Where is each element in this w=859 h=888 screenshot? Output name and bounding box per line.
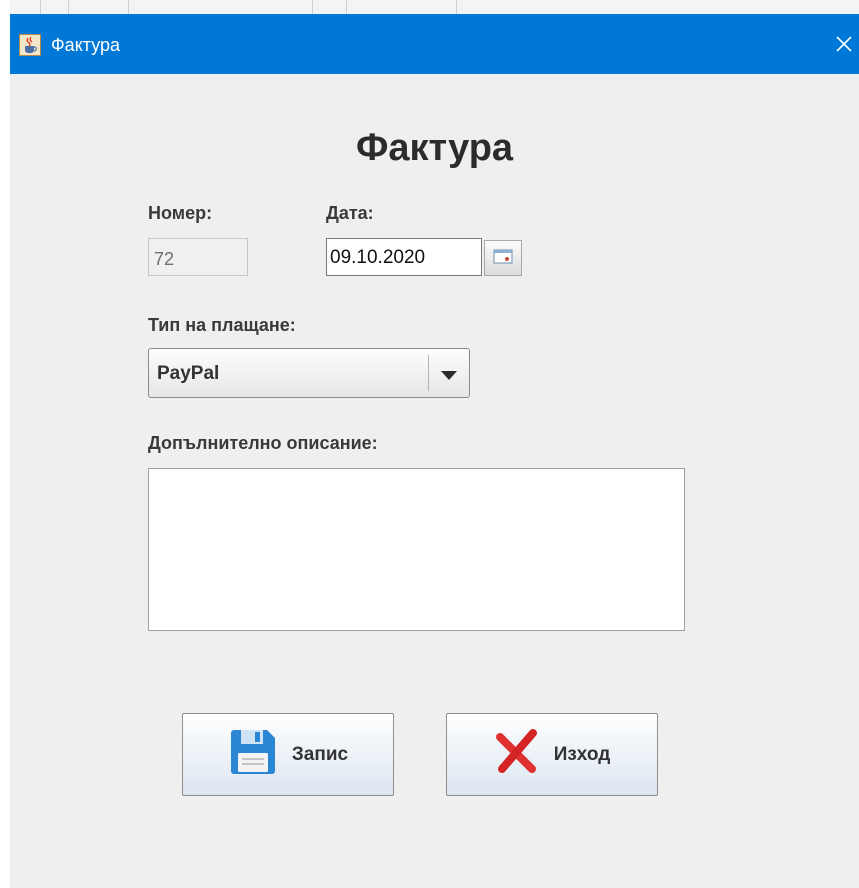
strip-divider xyxy=(456,0,457,14)
background-window-strip xyxy=(10,0,859,15)
strip-divider xyxy=(68,0,69,14)
strip-divider xyxy=(40,0,41,14)
select-divider xyxy=(428,355,429,391)
red-x-icon xyxy=(494,728,540,781)
exit-button-label: Изход xyxy=(553,743,611,765)
payment-type-label: Тип на плащане: xyxy=(148,315,296,335)
date-picker-button[interactable] xyxy=(484,240,522,276)
dialog-heading: Фактура xyxy=(355,127,514,169)
save-button-label: Запис xyxy=(291,743,349,765)
number-label: Номер: xyxy=(148,203,213,223)
number-field: 72 xyxy=(148,238,248,276)
close-icon[interactable] xyxy=(829,14,859,74)
date-label: Дата: xyxy=(326,203,374,223)
title-bar[interactable]: Фактура xyxy=(10,14,859,74)
save-button[interactable]: Запис xyxy=(182,713,394,796)
payment-type-value: PayPal xyxy=(157,363,220,384)
strip-divider xyxy=(312,0,313,14)
strip-divider xyxy=(128,0,129,14)
date-field[interactable]: 09.10.2020 xyxy=(326,238,482,276)
calendar-icon xyxy=(493,248,513,269)
floppy-disk-icon xyxy=(228,727,278,783)
description-textarea[interactable] xyxy=(148,468,685,631)
invoice-dialog: Фактура Фактура Номер: Дата: 72 09.10.20… xyxy=(10,14,859,888)
chevron-down-icon[interactable] xyxy=(441,368,457,386)
exit-button[interactable]: Изход xyxy=(446,713,658,796)
payment-type-select[interactable]: PayPal xyxy=(148,348,470,398)
description-label: Допълнително описание: xyxy=(148,433,378,453)
window-title: Фактура xyxy=(51,35,121,55)
java-cup-icon xyxy=(19,34,41,56)
strip-divider xyxy=(346,0,347,14)
